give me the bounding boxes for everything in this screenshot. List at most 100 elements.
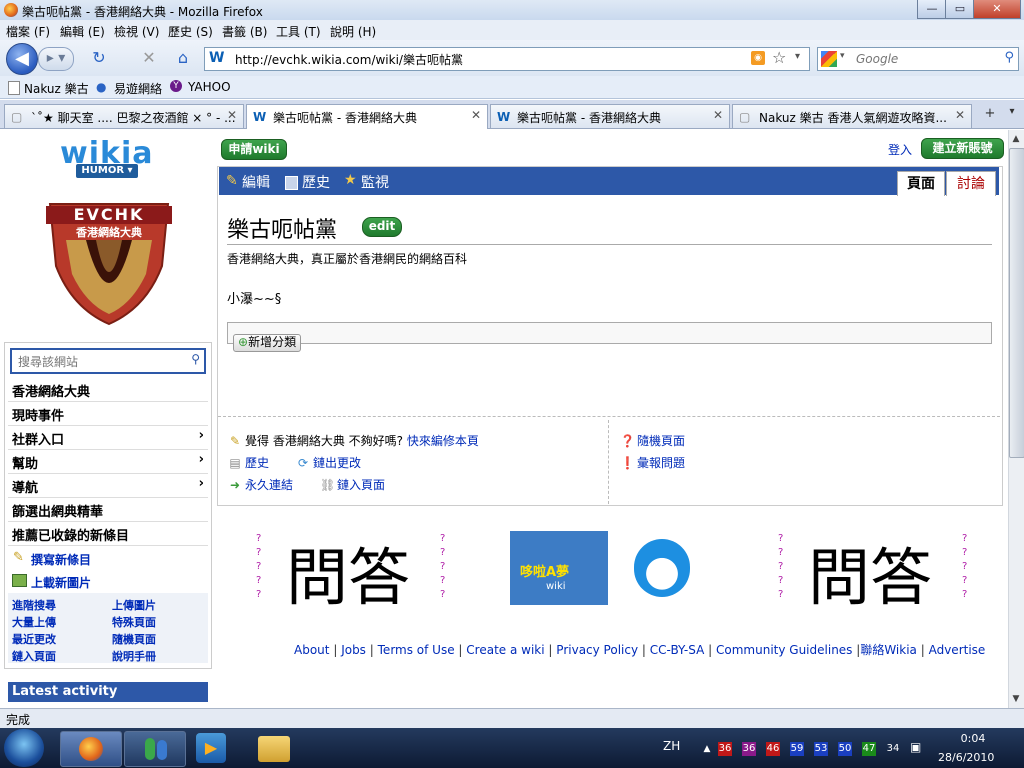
address-bar[interactable]: W http://evchk.wikia.com/wiki/樂古呃帖黨 <box>204 47 810 71</box>
footer-create-wiki-link[interactable]: Create a wiki <box>466 643 544 657</box>
hub-dropdown[interactable]: HUMOR ▾ <box>76 164 138 178</box>
recent-changes-link[interactable]: 最近更改 <box>12 631 56 647</box>
tab-list-icon[interactable]: ▾ <box>1004 106 1020 124</box>
close-window-button[interactable]: ✕ <box>973 0 1021 19</box>
footer-terms-link[interactable]: Terms of Use <box>378 643 455 657</box>
sidebar-item-main[interactable]: 香港網絡大典 <box>8 378 208 402</box>
google-engine-icon[interactable] <box>821 51 837 67</box>
new-tab-icon[interactable]: + <box>980 106 1000 124</box>
menu-help[interactable]: 說明 (H) <box>330 23 376 40</box>
tab-close-icon[interactable]: ✕ <box>227 108 237 122</box>
sidebar-item-featured[interactable]: 篩選出網典精華 <box>8 498 208 522</box>
sidebar-item-current-events[interactable]: 現時事件 <box>8 402 208 426</box>
ad-qa-left[interactable]: ? ? ? ? ? ? ? ? ? ? 問答 <box>250 531 450 614</box>
forward-button[interactable]: ▸ ▾ <box>38 47 74 71</box>
bookmark-yahoo[interactable]: YAHOO <box>188 80 231 94</box>
special-pages-link[interactable]: 特殊頁面 <box>112 614 156 630</box>
footer-report-problem[interactable]: ❗ 彙報問題 <box>620 454 685 471</box>
language-indicator[interactable]: ZH <box>663 739 680 753</box>
url-dropdown-icon[interactable]: ▾ <box>795 51 800 62</box>
upload-image-link[interactable]: 上載新圖片 <box>31 574 91 591</box>
reload-icon[interactable]: ↻ <box>88 47 110 69</box>
footer-history[interactable]: ▤ 歷史 <box>228 454 269 471</box>
add-category-button[interactable]: ⊕新增分類 <box>233 334 302 352</box>
taskbar-messenger[interactable] <box>124 731 186 767</box>
menu-view[interactable]: 檢視 (V) <box>114 23 159 40</box>
menu-history[interactable]: 歷史 (S) <box>168 23 213 40</box>
tab-close-icon[interactable]: ✕ <box>471 108 481 122</box>
ad-doraemon[interactable]: 哆啦A夢 wiki <box>510 531 710 605</box>
menu-file[interactable]: 檔案 (F) <box>6 23 50 40</box>
footer-linked-changes[interactable]: ⟳ 鏈出更改 <box>296 454 361 471</box>
create-account-button[interactable]: 建立新賬號 <box>921 138 1004 159</box>
sidebar-item-help[interactable]: 幫助 › <box>8 450 208 474</box>
minimize-button[interactable]: — <box>917 0 947 19</box>
footer-jobs-link[interactable]: Jobs <box>341 643 366 657</box>
footer-contact-link[interactable]: 聯絡Wikia <box>860 643 917 657</box>
tray-counter-8[interactable]: 34 <box>886 742 900 756</box>
bookmark-easy-games[interactable]: 易遊網絡 <box>114 80 162 97</box>
scroll-up-icon[interactable]: ▲ <box>1009 132 1023 146</box>
sidebar-item-community[interactable]: 社群入口 › <box>8 426 208 450</box>
footer-about-link[interactable]: About <box>294 643 329 657</box>
clock-date[interactable]: 28/6/2010 <box>938 751 994 764</box>
footer-permalink[interactable]: ➜ 永久連結 <box>228 476 293 493</box>
start-button[interactable] <box>4 729 44 767</box>
menu-tools[interactable]: 工具 (T) <box>276 23 321 40</box>
scroll-down-icon[interactable]: ▼ <box>1009 692 1023 706</box>
bookmark-star-icon[interactable]: ☆ <box>772 48 786 67</box>
scrollbar-thumb[interactable] <box>1009 148 1024 458</box>
footer-random-page[interactable]: ❓ 隨機頁面 <box>620 432 685 449</box>
search-icon[interactable]: ⚲ <box>191 352 200 366</box>
tray-counter-7[interactable]: 47 <box>862 742 876 756</box>
folder-icon[interactable] <box>258 736 290 762</box>
login-link[interactable]: 登入 <box>888 141 912 158</box>
tab-current-article[interactable]: W 樂古呃帖黨 - 香港網絡大典 ✕ <box>246 104 488 129</box>
footer-what-links-here[interactable]: ⛓ 鏈入頁面 <box>320 476 385 493</box>
tray-counter-5[interactable]: 53 <box>814 742 828 756</box>
ad-qa-right[interactable]: ? ? ? ? ? ? ? ? ? ? 問答 <box>772 531 972 614</box>
window-title-bar[interactable]: 樂古呃帖黨 - 香港網絡大典 - Mozilla Firefox <box>0 0 1024 21</box>
upload-file-link[interactable]: 上傳圖片 <box>112 597 156 613</box>
footer-privacy-link[interactable]: Privacy Policy <box>556 643 638 657</box>
bulk-upload-link[interactable]: 大量上傳 <box>12 614 56 630</box>
tab-talk[interactable]: 討論 <box>946 171 996 196</box>
back-button[interactable]: ◀ <box>6 43 38 75</box>
network-icon[interactable]: ▣ <box>910 740 921 754</box>
tray-counter-4[interactable]: 59 <box>790 742 804 756</box>
footer-advertise-link[interactable]: Advertise <box>929 643 986 657</box>
tab-page[interactable]: 頁面 <box>897 171 945 196</box>
tray-counter-6[interactable]: 50 <box>838 742 852 756</box>
what-links-here-link[interactable]: 鏈入頁面 <box>12 648 56 664</box>
search-bar[interactable]: ▾ ⚲ <box>817 47 1019 71</box>
media-player-icon[interactable]: ▶ <box>196 733 226 763</box>
sidebar-item-navigation[interactable]: 導航 › <box>8 474 208 498</box>
tab-chatroom[interactable]: ▢ `˚★ 聊天室 .... 巴黎之夜酒館 × ° - ... ✕ <box>4 104 244 128</box>
write-new-article-link[interactable]: 撰寫新條目 <box>31 551 91 568</box>
tray-counter-3[interactable]: 46 <box>766 742 780 756</box>
home-icon[interactable]: ⌂ <box>172 47 194 69</box>
edit-button[interactable]: edit <box>362 217 402 237</box>
maximize-button[interactable]: ▭ <box>945 0 975 19</box>
tab-close-icon[interactable]: ✕ <box>955 108 965 122</box>
footer-license-link[interactable]: CC-BY-SA <box>650 643 705 657</box>
tray-counter-2[interactable]: 36 <box>742 742 756 756</box>
edit-action[interactable]: 編輯 <box>242 172 270 192</box>
taskbar-firefox[interactable] <box>60 731 122 767</box>
engine-dropdown-icon[interactable]: ▾ <box>840 51 845 61</box>
history-action[interactable]: 歷史 <box>302 172 330 192</box>
menu-edit[interactable]: 編輯 (E) <box>60 23 105 40</box>
search-input[interactable] <box>854 50 998 68</box>
clock-time[interactable]: 0:04 <box>958 732 988 745</box>
menu-bookmarks[interactable]: 書籤 (B) <box>222 23 267 40</box>
help-manual-link[interactable]: 說明手冊 <box>112 648 156 664</box>
sidebar-search-input[interactable] <box>16 353 180 371</box>
request-wiki-button[interactable]: 申請wiki <box>221 139 287 160</box>
random-page-link[interactable]: 隨機頁面 <box>112 631 156 647</box>
sidebar-search-box[interactable]: ⚲ <box>10 348 206 374</box>
bookmark-nakuz[interactable]: Nakuz 樂古 <box>24 80 89 97</box>
rss-feed-icon[interactable]: ◉ <box>751 51 765 65</box>
advanced-search-link[interactable]: 進階搜尋 <box>12 597 56 613</box>
search-icon[interactable]: ⚲ <box>1004 50 1014 65</box>
watch-action[interactable]: 監視 <box>361 172 389 192</box>
